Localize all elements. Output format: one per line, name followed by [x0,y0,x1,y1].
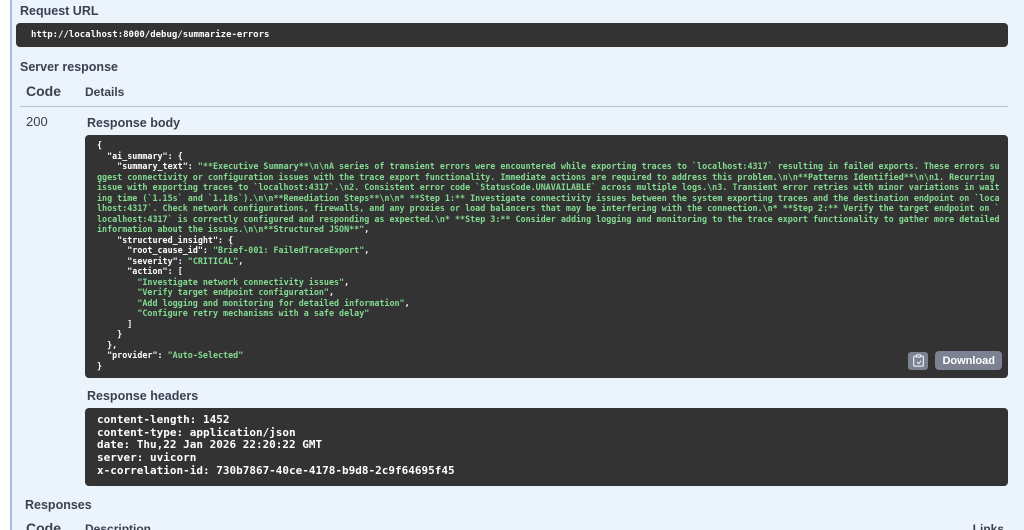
response-headers-value: content-length: 1452 content-type: appli… [85,408,1008,486]
responses-code-header: Code [26,519,61,530]
server-response-details-header: Details [85,85,125,99]
request-url-value: http://localhost:8000/debug/summarize-er… [16,23,1008,47]
swagger-operation-block: Request URL http://localhost:8000/debug/… [0,0,1024,530]
server-response-table-header: Code Details [20,83,1008,107]
responses-description-header: Description [85,521,152,530]
server-response-label: Server response [20,60,118,74]
response-headers-label: Response headers [87,389,199,403]
download-button[interactable]: Download [935,351,1002,370]
responses-section-label: Responses [25,497,92,512]
response-body-label: Response body [87,116,181,130]
request-url-label: Request URL [20,4,99,18]
copy-to-clipboard-button[interactable] [908,351,929,370]
responses-links-header: Links [972,521,1004,530]
server-response-code-header: Code [26,83,61,99]
server-response-details: Response body { "ai_summary": { "summary… [85,114,1008,486]
server-response-row: 200 Response body { "ai_summary": { "sum… [20,107,1008,486]
response-body-code: { "ai_summary": { "summary_text": "**Exe… [85,135,1008,378]
responses-table-header: Code Description Links [20,520,1008,530]
opblock-inner: Request URL http://localhost:8000/debug/… [12,0,1024,530]
response-body-controls: Download [908,351,1002,370]
clipboard-icon [913,354,924,367]
get-opblock-body: Request URL http://localhost:8000/debug/… [10,0,1024,530]
server-response-status-code: 200 [26,114,48,129]
